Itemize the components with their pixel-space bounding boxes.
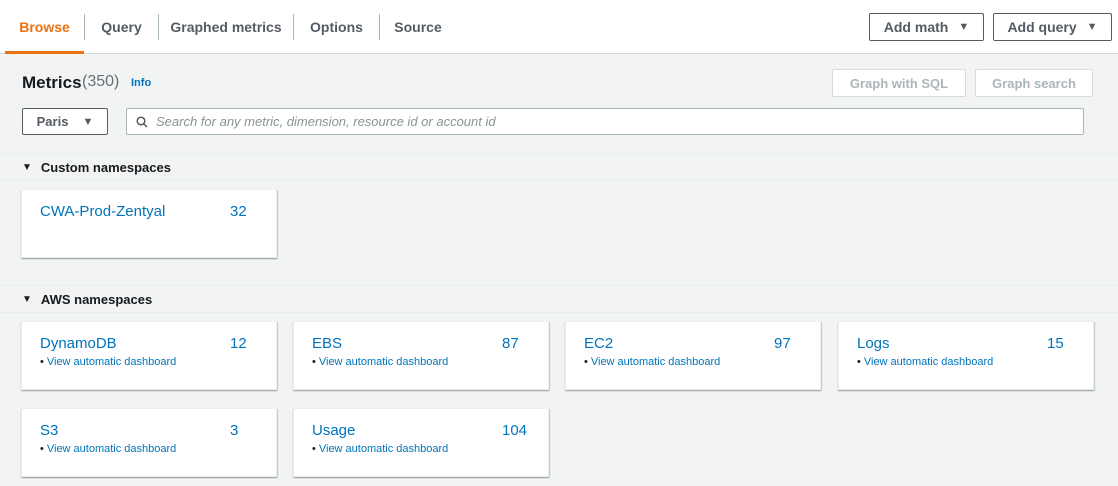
bullet-icon: • [857, 356, 861, 368]
caret-down-icon: ▼ [82, 115, 94, 128]
view-dashboard-link[interactable]: View automatic dashboard [47, 356, 176, 368]
namespace-count: 12 [230, 335, 247, 352]
graph-search-button[interactable]: Graph search [975, 69, 1093, 97]
aws-namespaces-title: AWS namespaces [40, 291, 153, 307]
dashboard-link-row: • View automatic dashboard [40, 443, 176, 455]
caret-down-icon: ▼ [1086, 21, 1098, 33]
search-icon [136, 115, 148, 128]
triangle-down-icon: ▼ [22, 161, 32, 173]
search-box [126, 108, 1084, 135]
region-label: Paris [36, 114, 69, 129]
tab-graphed-metrics[interactable]: Graphed metrics [159, 0, 293, 54]
search-input[interactable] [156, 114, 1076, 129]
tab-options[interactable]: Options [294, 0, 379, 54]
dashboard-link-row: • View automatic dashboard [312, 443, 448, 455]
tab-query[interactable]: Query [85, 0, 158, 54]
namespace-name[interactable]: Usage [312, 422, 355, 439]
namespace-name[interactable]: Logs [857, 335, 890, 352]
tab-bar: Browse Query Graphed metrics Options Sou… [0, 0, 1118, 54]
namespace-name[interactable]: EBS [312, 335, 342, 352]
namespace-count: 3 [230, 422, 239, 439]
tab-browse[interactable]: Browse [5, 0, 84, 54]
namespace-card[interactable]: S3 3 • View automatic dashboard [21, 408, 277, 477]
page-title: Metrics [22, 73, 82, 92]
aws-namespaces-header[interactable]: ▼ AWS namespaces [0, 285, 1118, 313]
metrics-count: (350) [82, 73, 120, 90]
namespace-card[interactable]: EBS 87 • View automatic dashboard [293, 321, 549, 390]
dashboard-link-row: • View automatic dashboard [312, 356, 448, 368]
namespace-name[interactable]: EC2 [584, 335, 613, 352]
add-math-button[interactable]: Add math ▼ [869, 13, 984, 41]
add-math-label: Add math [883, 19, 949, 35]
view-dashboard-link[interactable]: View automatic dashboard [591, 356, 720, 368]
caret-down-icon: ▼ [958, 21, 970, 33]
namespace-card[interactable]: DynamoDB 12 • View automatic dashboard [21, 321, 277, 390]
namespace-name[interactable]: DynamoDB [40, 335, 117, 352]
graph-with-sql-button[interactable]: Graph with SQL [832, 69, 966, 97]
bullet-icon: • [312, 443, 316, 455]
namespace-card[interactable]: Logs 15 • View automatic dashboard [838, 321, 1094, 390]
namespace-count: 87 [502, 335, 519, 352]
view-dashboard-link[interactable]: View automatic dashboard [864, 356, 993, 368]
namespace-card[interactable]: EC2 97 • View automatic dashboard [565, 321, 821, 390]
view-dashboard-link[interactable]: View automatic dashboard [47, 443, 176, 455]
namespace-count: 104 [502, 422, 528, 439]
namespace-name[interactable]: S3 [40, 422, 58, 439]
add-query-button[interactable]: Add query ▼ [993, 13, 1112, 41]
namespace-card[interactable]: Usage 104 • View automatic dashboard [293, 408, 549, 477]
bullet-icon: • [40, 443, 44, 455]
namespace-name[interactable]: CWA-Prod-Zentyal [40, 203, 165, 220]
add-query-label: Add query [1007, 19, 1077, 35]
namespace-count: 97 [774, 335, 791, 352]
bullet-icon: • [312, 356, 316, 368]
bullet-icon: • [40, 356, 44, 368]
info-link[interactable]: Info [131, 77, 151, 89]
bullet-icon: • [584, 356, 588, 368]
view-dashboard-link[interactable]: View automatic dashboard [319, 443, 448, 455]
custom-namespaces-header[interactable]: ▼ Custom namespaces [0, 153, 1118, 181]
dashboard-link-row: • View automatic dashboard [857, 356, 993, 368]
custom-namespaces-title: Custom namespaces [40, 159, 171, 175]
tab-source[interactable]: Source [380, 0, 456, 54]
namespace-card[interactable]: CWA-Prod-Zentyal 32 [21, 189, 277, 258]
region-select[interactable]: Paris ▼ [22, 108, 108, 135]
dashboard-link-row: • View automatic dashboard [584, 356, 720, 368]
namespace-count: 15 [1047, 335, 1064, 352]
dashboard-link-row: • View automatic dashboard [40, 356, 176, 368]
triangle-down-icon: ▼ [22, 293, 32, 305]
view-dashboard-link[interactable]: View automatic dashboard [319, 356, 448, 368]
namespace-count: 32 [230, 203, 247, 220]
